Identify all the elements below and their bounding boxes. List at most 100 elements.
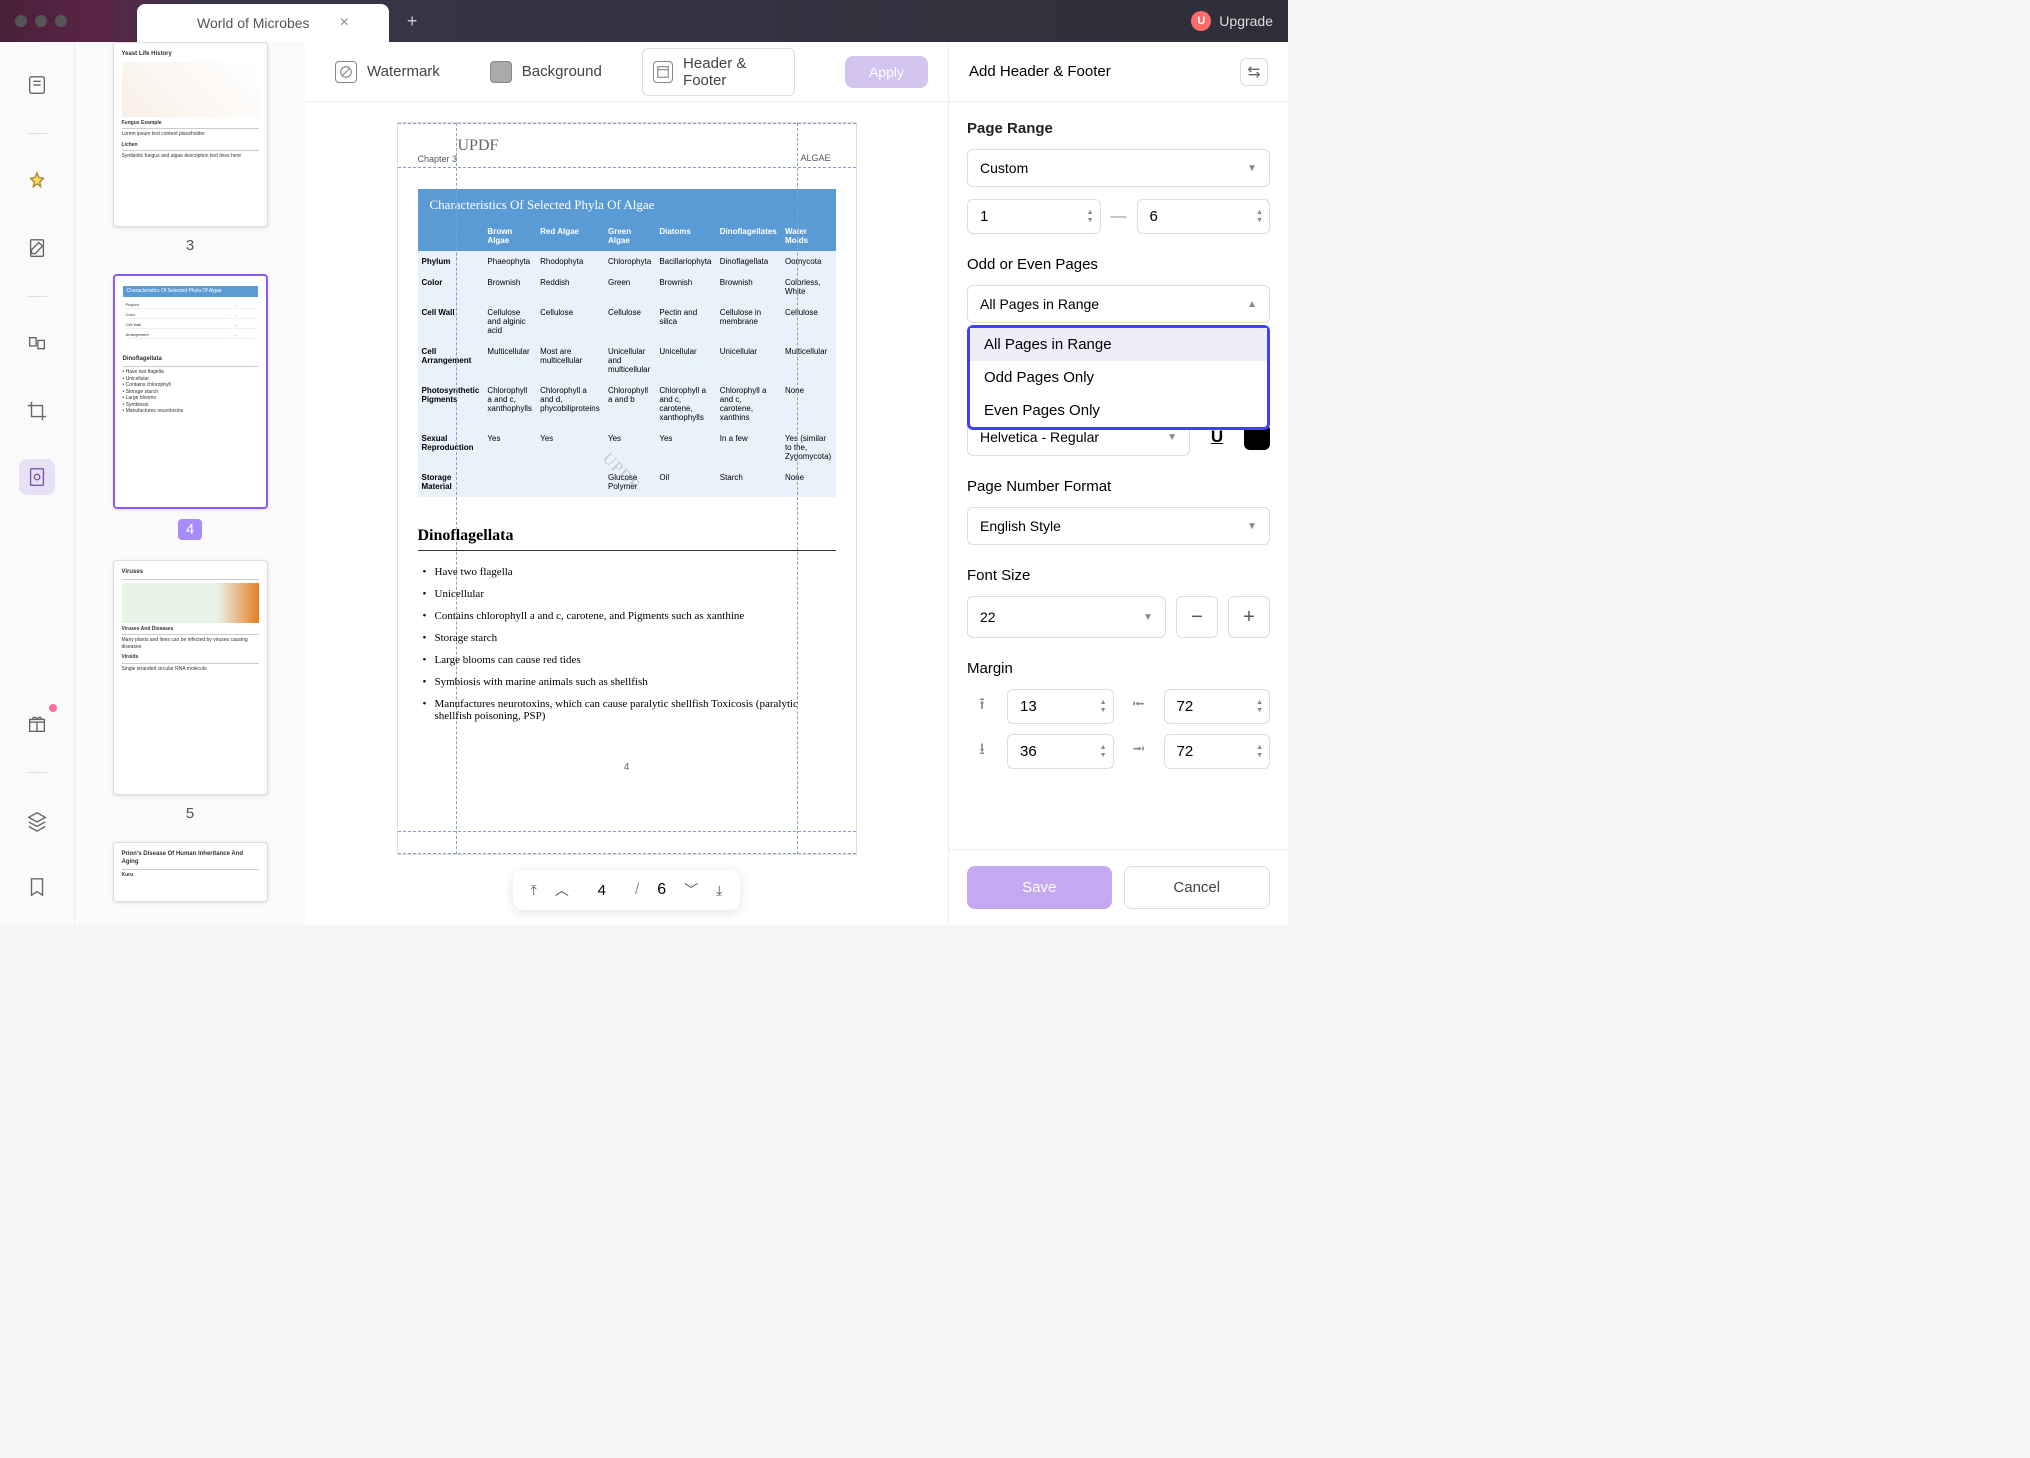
dino-list: Have two flagella Unicellular Contains chl… xyxy=(418,566,836,722)
tab-watermark[interactable]: Watermark xyxy=(325,55,450,89)
thumbnail-page-6[interactable]: Prion's Disease Of Human Inheritance And… xyxy=(113,842,268,902)
upgrade-label: Upgrade xyxy=(1219,13,1273,29)
apply-button[interactable]: Apply xyxy=(845,56,928,88)
list-item: Symbiosis with marine animals such as sh… xyxy=(423,676,836,688)
page-number-format-select[interactable]: English Style ▼ xyxy=(967,507,1270,545)
list-item: Manufactures neurotoxins, which can caus… xyxy=(423,698,836,722)
range-from-input[interactable]: ▲▼ xyxy=(967,199,1101,234)
font-size-select[interactable]: 22 ▼ xyxy=(967,596,1166,638)
spin-up-icon[interactable]: ▲ xyxy=(1087,209,1094,216)
table-title: Characteristics Of Selected Phyla Of Alg… xyxy=(418,189,836,221)
comment-tool-icon[interactable] xyxy=(19,164,55,200)
increase-font-button[interactable]: + xyxy=(1228,596,1270,638)
header-footer-icon xyxy=(653,61,673,83)
list-item: Storage starch xyxy=(423,632,836,644)
thumbnail-number: 4 xyxy=(178,519,202,540)
titlebar: World of Microbes × + U Upgrade xyxy=(0,0,1288,42)
crop-tool-icon[interactable] xyxy=(19,393,55,429)
page-navigator: ⤒ ︿ / 6 ﹀ ⤓ xyxy=(513,870,741,910)
margin-top-input[interactable]: ▲▼ xyxy=(1007,689,1114,724)
left-toolbar xyxy=(0,42,75,925)
organize-tool-icon[interactable] xyxy=(19,327,55,363)
upgrade-badge-icon: U xyxy=(1191,11,1211,31)
tab-header-footer[interactable]: Header & Footer xyxy=(642,48,795,96)
save-button[interactable]: Save xyxy=(967,866,1112,909)
total-pages: 6 xyxy=(657,881,666,899)
thumbnail-number: 3 xyxy=(186,237,194,254)
add-tab-button[interactable]: + xyxy=(407,11,418,32)
document-page: UPDF Chapter 3 ALGAE Characteristics Of … xyxy=(397,122,857,855)
panel-title: Add Header & Footer xyxy=(969,63,1111,80)
maximize-window-button[interactable] xyxy=(55,15,67,27)
range-to-input[interactable]: ▲▼ xyxy=(1137,199,1271,234)
list-item: Large blooms can cause red tides xyxy=(423,654,836,666)
chevron-up-icon: ▲ xyxy=(1247,299,1257,310)
current-page-input[interactable] xyxy=(587,882,617,899)
minimize-window-button[interactable] xyxy=(35,15,47,27)
page-range-label: Page Range xyxy=(967,120,1270,137)
corner-label: ALGAE xyxy=(800,153,830,163)
font-size-label: Font Size xyxy=(967,567,1270,584)
first-page-button[interactable]: ⤒ xyxy=(531,882,537,899)
list-item: Have two flagella xyxy=(423,566,836,578)
page-number-format-label: Page Number Format xyxy=(967,478,1270,495)
page-footer-number: 4 xyxy=(418,762,836,773)
margin-label: Margin xyxy=(967,660,1270,677)
layers-icon[interactable] xyxy=(19,803,55,839)
list-item: Contains chlorophyll a and c, carotene, … xyxy=(423,610,836,622)
upgrade-button[interactable]: U Upgrade xyxy=(1191,11,1273,31)
last-page-button[interactable]: ⤓ xyxy=(716,882,722,899)
chevron-down-icon: ▼ xyxy=(1143,612,1153,623)
algae-table: Brown AlgaeRed AlgaeGreen AlgaeDiatomsDi… xyxy=(418,221,836,497)
thumbnail-panel: Yeast Life History Fungus Example Lorem … xyxy=(75,42,305,925)
gift-icon[interactable] xyxy=(19,706,55,742)
spin-up-icon[interactable]: ▲ xyxy=(1256,209,1263,216)
close-window-button[interactable] xyxy=(15,15,27,27)
chevron-down-icon: ▼ xyxy=(1247,521,1257,532)
page-tools-icon[interactable] xyxy=(19,459,55,495)
tab-title: World of Microbes xyxy=(197,15,310,31)
spin-down-icon[interactable]: ▼ xyxy=(1256,217,1263,224)
margin-bottom-icon: ⭳ xyxy=(967,738,997,765)
odd-even-select[interactable]: All Pages in Range ▲ xyxy=(967,285,1270,323)
tool-tabs: Watermark Background Header & Footer App… xyxy=(305,42,948,102)
next-page-button[interactable]: ﹀ xyxy=(684,880,698,900)
margin-bottom-input[interactable]: ▲▼ xyxy=(1007,734,1114,769)
thumbnail-page-4[interactable]: Characteristics Of Selected Phyla Of Alg… xyxy=(113,274,268,509)
list-item: Unicellular xyxy=(423,588,836,600)
prev-page-button[interactable]: ︿ xyxy=(555,880,569,900)
dropdown-option[interactable]: All Pages in Range xyxy=(970,328,1267,361)
document-tab[interactable]: World of Microbes × xyxy=(137,4,389,42)
watermark-text: UPDF xyxy=(458,137,499,155)
dino-heading: Dinoflagellata xyxy=(418,527,836,551)
bookmark-icon[interactable] xyxy=(19,869,55,905)
page-range-mode-select[interactable]: Custom ▼ xyxy=(967,149,1270,187)
watermark-icon xyxy=(335,61,357,83)
margin-right-icon: ⭲ xyxy=(1124,738,1154,765)
dropdown-option[interactable]: Odd Pages Only xyxy=(970,361,1267,394)
swap-layout-icon[interactable] xyxy=(1240,58,1268,86)
margin-left-icon: ⭰ xyxy=(1124,693,1154,720)
page-view[interactable]: UPDF Chapter 3 ALGAE Characteristics Of … xyxy=(305,102,948,925)
edit-tool-icon[interactable] xyxy=(19,230,55,266)
margin-right-input[interactable]: ▲▼ xyxy=(1164,734,1271,769)
chapter-label: Chapter 3 xyxy=(418,154,836,164)
background-icon xyxy=(490,61,512,83)
cancel-button[interactable]: Cancel xyxy=(1124,866,1271,909)
margin-left-input[interactable]: ▲▼ xyxy=(1164,689,1271,724)
spin-down-icon[interactable]: ▼ xyxy=(1087,217,1094,224)
thumbnail-number: 5 xyxy=(186,805,194,822)
margin-top-icon: ⭱ xyxy=(967,693,997,720)
thumbnail-page-3[interactable]: Yeast Life History Fungus Example Lorem … xyxy=(113,42,268,227)
right-panel: Add Header & Footer Page Range Custom ▼ … xyxy=(948,42,1288,925)
odd-even-dropdown: All Pages in RangeOdd Pages OnlyEven Pag… xyxy=(967,325,1270,430)
chevron-down-icon: ▼ xyxy=(1167,432,1177,443)
decrease-font-button[interactable]: − xyxy=(1176,596,1218,638)
reader-tool-icon[interactable] xyxy=(19,67,55,103)
close-tab-icon[interactable]: × xyxy=(340,14,349,32)
odd-even-label: Odd or Even Pages xyxy=(967,256,1270,273)
tab-background[interactable]: Background xyxy=(480,55,612,89)
thumbnail-page-5[interactable]: Viruses Viruses And Diseases Many plants… xyxy=(113,560,268,795)
dropdown-option[interactable]: Even Pages Only xyxy=(970,394,1267,427)
chevron-down-icon: ▼ xyxy=(1247,163,1257,174)
